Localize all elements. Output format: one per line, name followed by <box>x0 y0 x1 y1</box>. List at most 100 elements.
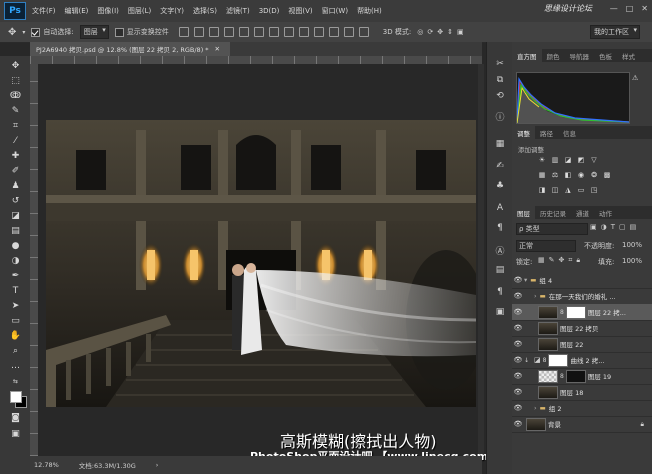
swap-colors-icon[interactable]: ⇆ <box>10 376 21 387</box>
lock-image-icon[interactable]: ✎ <box>549 256 555 265</box>
align-top-icon[interactable] <box>178 27 189 37</box>
properties-icon[interactable]: ▦ <box>494 138 506 150</box>
chevron-right-icon[interactable]: › <box>534 404 537 412</box>
document-tab[interactable]: PJ2A6940 拷贝.psd @ 12.8% (图层 22 拷贝 2, RGB… <box>30 42 230 56</box>
layer-comps-icon[interactable]: ▣ <box>494 306 506 318</box>
distribute-vcenter-icon[interactable] <box>283 27 294 37</box>
chevron-down-icon[interactable]: ▾ <box>524 276 527 284</box>
clone-source-icon[interactable]: ♣ <box>494 180 506 192</box>
paragraph-style-icon[interactable]: ¶ <box>494 286 506 298</box>
blend-mode-dropdown[interactable]: 正常 <box>516 240 576 252</box>
gradient-tool-icon[interactable]: ▤ <box>10 225 21 236</box>
zoom-tool-icon[interactable]: ⌕ <box>10 345 21 356</box>
pen-tool-icon[interactable]: ✒ <box>10 270 21 281</box>
layer-row[interactable]: 👁︎ 背景 🔒︎ <box>512 416 652 433</box>
menu-select[interactable]: 选择(S) <box>193 6 217 16</box>
black-white-icon[interactable]: ◧ <box>564 171 572 179</box>
opacity-value[interactable]: 100% <box>622 241 642 249</box>
distribute-bottom-icon[interactable] <box>298 27 309 37</box>
tab-channels[interactable]: 通道 <box>571 206 594 219</box>
tab-history[interactable]: 历史记录 <box>535 206 571 219</box>
photo-filter-icon[interactable]: ◉ <box>577 171 585 179</box>
character-icon[interactable]: A <box>494 202 506 214</box>
orbit-3d-icon[interactable]: ◎ <box>417 28 423 36</box>
actions-icon[interactable]: ⟲ <box>494 90 506 102</box>
eye-icon[interactable]: 👁︎ <box>512 404 524 412</box>
color-lookup-icon[interactable]: ▩ <box>603 171 611 179</box>
tab-histogram[interactable]: 直方图 <box>512 49 542 62</box>
distribute-right-icon[interactable] <box>343 27 354 37</box>
hue-saturation-icon[interactable]: ▦ <box>538 171 546 179</box>
menu-view[interactable]: 视图(V) <box>288 6 312 16</box>
eye-icon[interactable]: 👁︎ <box>512 356 524 364</box>
minimize-icon[interactable]: — <box>610 4 618 13</box>
warning-icon[interactable]: ⚠ <box>632 74 638 82</box>
filter-adjust-icon[interactable]: ◑ <box>601 223 607 231</box>
roll-3d-icon[interactable]: ⟳ <box>427 28 433 36</box>
align-right-icon[interactable] <box>253 27 264 37</box>
filter-shape-icon[interactable]: ▢ <box>619 223 626 231</box>
scale-3d-icon[interactable]: ▣ <box>457 28 464 36</box>
path-select-tool-icon[interactable]: ➤ <box>10 300 21 311</box>
menu-layer[interactable]: 图层(L) <box>128 6 151 16</box>
menu-file[interactable]: 文件(F) <box>32 6 56 16</box>
tab-navigator[interactable]: 导航器 <box>565 49 595 62</box>
posterize-icon[interactable]: ◫ <box>551 186 559 194</box>
healing-brush-tool-icon[interactable]: ✚ <box>10 150 21 161</box>
exposure-icon[interactable]: ◩ <box>577 156 585 164</box>
brush-preset-icon[interactable]: ✍ <box>494 160 506 172</box>
eye-icon[interactable]: 👁︎ <box>512 388 524 396</box>
layer-row[interactable]: 👁︎ › ▬ 在那一天我们的婚礼 ... <box>512 288 652 305</box>
tab-info[interactable]: 信息 <box>558 126 581 139</box>
menu-window[interactable]: 窗口(W) <box>322 6 348 16</box>
align-vcenter-icon[interactable] <box>193 27 204 37</box>
eye-icon[interactable]: 👁︎ <box>512 420 524 428</box>
slide-3d-icon[interactable]: ⇕ <box>447 28 453 36</box>
eye-icon[interactable]: 👁︎ <box>512 308 524 316</box>
clone-stamp-tool-icon[interactable]: ♟ <box>10 180 21 191</box>
foreground-color-swatch[interactable] <box>10 391 22 403</box>
close-tab-icon[interactable]: ✕ <box>215 45 220 53</box>
info-icon[interactable]: ⓘ <box>494 110 506 123</box>
lock-position-icon[interactable]: ✥ <box>559 256 565 265</box>
auto-select-dropdown[interactable]: 图层 <box>79 25 109 39</box>
lock-all-icon[interactable]: 🔒︎ <box>576 256 580 265</box>
crop-tool-icon[interactable]: ⌗ <box>10 120 21 131</box>
layer-filter-dropdown[interactable]: ρ 类型 <box>516 223 588 235</box>
layer-mask-thumbnail[interactable] <box>565 305 586 319</box>
distribute-left-icon[interactable] <box>313 27 324 37</box>
menu-filter[interactable]: 滤镜(T) <box>226 6 250 16</box>
distribute-hcenter-icon[interactable] <box>328 27 339 37</box>
eraser-tool-icon[interactable]: ◪ <box>10 210 21 221</box>
tab-adjustments[interactable]: 调整 <box>512 126 535 139</box>
menu-help[interactable]: 帮助(H) <box>357 6 382 16</box>
layer-row[interactable]: 👁︎ 图层 22 <box>512 336 652 353</box>
filter-type-icon[interactable]: T <box>611 223 615 231</box>
curves-icon[interactable]: ◪ <box>564 156 572 164</box>
lasso-tool-icon[interactable]: ↂ <box>10 90 21 101</box>
blur-tool-icon[interactable]: ● <box>10 240 21 251</box>
timeline-icon[interactable]: ▤ <box>494 264 506 276</box>
workspace-dropdown[interactable]: 我的工作区 <box>590 25 640 39</box>
invert-icon[interactable]: ◨ <box>538 186 546 194</box>
layer-row[interactable]: 👁︎ 8 图层 19 <box>512 368 652 385</box>
move-tool-icon[interactable]: ✥ <box>10 60 21 71</box>
eye-icon[interactable]: 👁︎ <box>512 292 524 300</box>
gradient-map-icon[interactable]: ▭ <box>577 186 585 194</box>
tools-preset-icon[interactable]: ✂ <box>494 58 506 70</box>
quick-select-tool-icon[interactable]: ✎ <box>10 105 21 116</box>
tab-layers[interactable]: 图层 <box>512 206 535 219</box>
distribute-top-icon[interactable] <box>268 27 279 37</box>
move-tool-icon[interactable]: ✥ <box>8 27 16 38</box>
align-hcenter-icon[interactable] <box>238 27 249 37</box>
tab-paths[interactable]: 路径 <box>535 126 558 139</box>
tab-actions[interactable]: 动作 <box>594 206 617 219</box>
selective-color-icon[interactable]: ◳ <box>590 186 598 194</box>
screen-mode-icon[interactable]: ▣ <box>10 428 21 439</box>
pan-3d-icon[interactable]: ✥ <box>437 28 443 36</box>
glyph-icon[interactable]: Ⓐ <box>494 244 506 257</box>
auto-align-icon[interactable] <box>358 27 369 37</box>
history-brush-tool-icon[interactable]: ↺ <box>10 195 21 206</box>
shape-tool-icon[interactable]: ▭ <box>10 315 21 326</box>
menu-edit[interactable]: 编辑(E) <box>65 6 89 16</box>
